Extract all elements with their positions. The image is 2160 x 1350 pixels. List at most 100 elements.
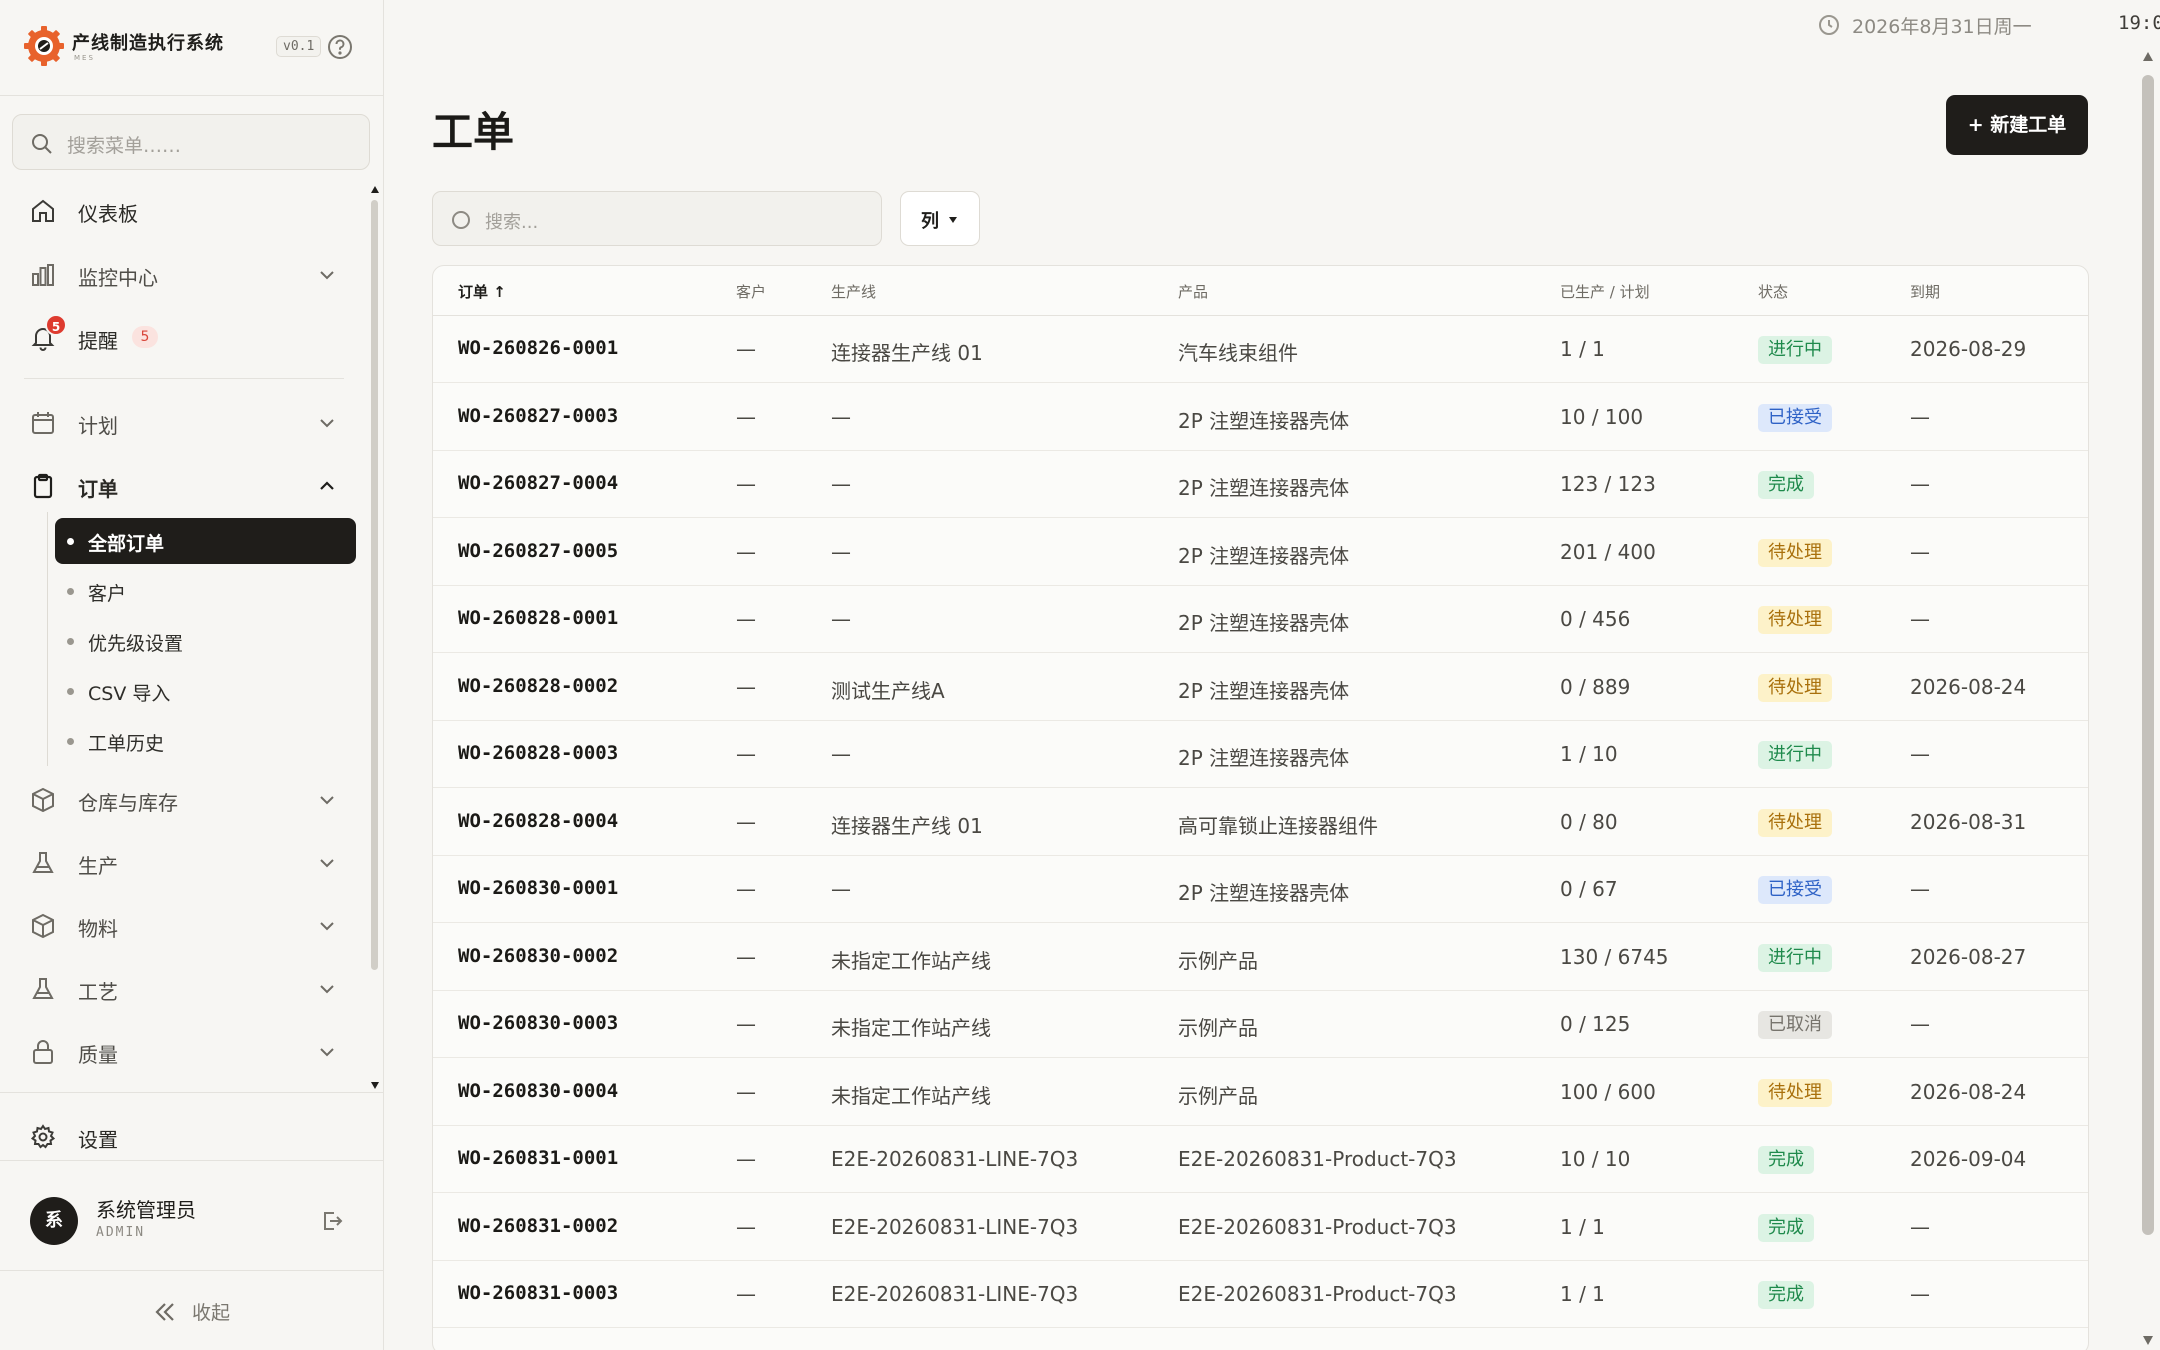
table-row[interactable]: WO-260827-0005 — — 2P 注塑连接器壳体 201 / 400 待处理 — xyxy=(433,519,2088,586)
table-row[interactable]: WO-260830-0004 — 未指定工作站产线 示例产品 100 / 600 待处理 2… xyxy=(433,1059,2088,1126)
table-row[interactable]: WO-260828-0002 — 测试生产线A 2P 注塑连接器壳体 0 / 889 待处… xyxy=(433,654,2088,721)
alert-count-pill: 5 xyxy=(132,326,158,348)
sidebar-scrollbar[interactable] xyxy=(371,182,379,1090)
page-scrollbar[interactable] xyxy=(2140,50,2156,1350)
lock-icon xyxy=(30,1039,56,1065)
customer-cell: — xyxy=(736,877,756,901)
order-id-cell[interactable]: WO-260830-0002 xyxy=(458,945,618,967)
due-date-cell: 2026-09-04 xyxy=(1910,1147,2027,1171)
order-id-cell[interactable]: WO-260830-0003 xyxy=(458,1012,618,1034)
sidebar-item-production[interactable]: 生产 xyxy=(22,838,352,886)
sidebar-item-label: 物料 xyxy=(78,917,118,941)
sidebar-item-label: 质量 xyxy=(78,1043,118,1067)
order-id-cell[interactable]: WO-260827-0004 xyxy=(458,472,618,494)
order-id-cell[interactable]: WO-260831-0001 xyxy=(458,1147,618,1169)
order-id-cell[interactable]: WO-260828-0001 xyxy=(458,607,618,629)
new-work-order-button[interactable]: + 新建工单 xyxy=(1946,95,2088,155)
scroll-up-arrow-icon[interactable] xyxy=(2143,52,2153,61)
chevron-up-icon xyxy=(318,477,336,495)
order-id-cell[interactable]: WO-260830-0004 xyxy=(458,1080,618,1102)
line-cell: — xyxy=(831,742,851,766)
table-row[interactable]: WO-260830-0003 — 未指定工作站产线 示例产品 0 / 125 已取消 — xyxy=(433,991,2088,1058)
logout-icon[interactable] xyxy=(320,1209,344,1233)
product-cell: E2E-20260831-Product-7Q3 xyxy=(1178,1147,1457,1171)
flask-icon xyxy=(30,850,56,876)
table-row[interactable]: WO-260830-0002 — 未指定工作站产线 示例产品 130 / 6745 进行中… xyxy=(433,924,2088,991)
order-id-cell[interactable]: WO-260831-0002 xyxy=(458,1215,618,1237)
table-row[interactable]: WO-260831-0001 — E2E-20260831-LINE-7Q3 E2E-… xyxy=(433,1126,2088,1193)
status-badge: 待处理 xyxy=(1758,673,1832,702)
sidebar-subitem-csv-import[interactable]: CSV 导入 xyxy=(55,668,356,714)
order-id-cell[interactable]: WO-260827-0005 xyxy=(458,540,618,562)
table-row[interactable]: WO-260828-0001 — — 2P 注塑连接器壳体 0 / 456 待处理 — xyxy=(433,586,2088,653)
column-header-line[interactable]: 生产线 xyxy=(831,281,876,302)
order-id-cell[interactable]: WO-260826-0001 xyxy=(458,337,618,359)
avatar[interactable]: 系 xyxy=(30,1197,78,1245)
sidebar-item-warehouse[interactable]: 仓库与库存 xyxy=(22,775,352,823)
table-search-placeholder: 搜索... xyxy=(485,212,539,233)
column-header-due[interactable]: 到期 xyxy=(1910,281,1940,302)
scroll-down-arrow-icon[interactable] xyxy=(371,1082,379,1089)
order-id-cell[interactable]: WO-260828-0002 xyxy=(458,675,618,697)
table-row[interactable]: WO-260827-0003 — — 2P 注塑连接器壳体 10 / 100 已接受 — xyxy=(433,384,2088,451)
table-row[interactable]: WO-260828-0004 — 连接器生产线 01 高可靠锁止连接器组件 0 / 80… xyxy=(433,789,2088,856)
column-header-product[interactable]: 产品 xyxy=(1178,281,1208,302)
customer-cell: — xyxy=(736,674,756,699)
order-id-cell[interactable]: WO-260828-0003 xyxy=(458,742,618,764)
table-row[interactable]: WO-260827-0004 — — 2P 注塑连接器壳体 123 / 123 完成 — xyxy=(433,451,2088,518)
scroll-down-arrow-icon[interactable] xyxy=(2143,1336,2153,1345)
sidebar-item-alerts[interactable]: 提醒 xyxy=(22,313,352,361)
due-date-cell: — xyxy=(1910,404,1930,429)
sidebar-item-monitoring[interactable]: 监控中心 xyxy=(22,250,352,298)
table-row[interactable]: WO-260826-0001 — 连接器生产线 01 汽车线束组件 1 / 1 进行中 20… xyxy=(433,316,2088,383)
line-cell: — xyxy=(831,404,851,429)
order-id-cell[interactable]: WO-260828-0004 xyxy=(458,810,618,832)
order-id-cell[interactable]: WO-260827-0003 xyxy=(458,405,618,427)
menu-search-input[interactable]: 搜索菜单…… xyxy=(12,114,370,170)
sidebar-item-planning[interactable]: 计划 xyxy=(22,398,352,446)
table-row[interactable]: WO-260830-0001 — — 2P 注塑连接器壳体 0 / 67 已接受 — xyxy=(433,856,2088,923)
progress-cell: 1 / 1 xyxy=(1560,337,1605,361)
user-panel: 系 系统管理员 ADMIN xyxy=(0,1160,383,1270)
sidebar-item-materials[interactable]: 物料 xyxy=(22,901,352,949)
order-id-cell[interactable]: WO-260830-0001 xyxy=(458,877,618,899)
column-header-progress[interactable]: 已生产 / 计划 xyxy=(1560,281,1650,302)
columns-button[interactable]: 列 xyxy=(900,191,980,246)
help-icon[interactable] xyxy=(327,34,353,60)
collapse-label: 收起 xyxy=(192,1302,231,1324)
sidebar-item-process[interactable]: 工艺 xyxy=(22,964,352,1012)
sidebar-subitem-all-orders[interactable]: 全部订单 xyxy=(55,518,356,564)
table-row[interactable]: WO-260831-0003 — E2E-20260831-LINE-7Q3 E2E-… xyxy=(433,1261,2088,1328)
table-row[interactable]: WO-260831-0002 — E2E-20260831-LINE-7Q3 E2E-… xyxy=(433,1194,2088,1261)
collapse-sidebar-button[interactable]: 收起 xyxy=(0,1270,383,1350)
sidebar-item-quality[interactable]: 质量 xyxy=(22,1027,352,1075)
sidebar-subitem-label: 工单历史 xyxy=(88,733,165,755)
line-cell: 未指定工作站产线 xyxy=(831,1083,991,1108)
alert-count-badge: 5 xyxy=(45,314,67,336)
menu-search-placeholder: 搜索菜单…… xyxy=(67,135,182,157)
sidebar-subitem-history[interactable]: 工单历史 xyxy=(55,718,356,764)
sidebar-item-orders[interactable]: 订单 xyxy=(22,461,352,509)
line-cell: 连接器生产线 01 xyxy=(831,341,983,365)
table-row[interactable]: WO-260828-0003 — — 2P 注塑连接器壳体 1 / 10 进行中 — xyxy=(433,721,2088,788)
sort-ascending-icon: ↑ xyxy=(493,283,506,301)
table-search-input[interactable]: 搜索... xyxy=(432,191,882,246)
sidebar-subitem-customers[interactable]: 客户 xyxy=(55,568,356,614)
scrollbar-thumb[interactable] xyxy=(371,200,378,970)
sidebar-item-settings[interactable]: 设置 xyxy=(22,1112,352,1160)
chevron-down-icon xyxy=(318,917,336,935)
column-header-status[interactable]: 状态 xyxy=(1758,281,1788,302)
scrollbar-thumb[interactable] xyxy=(2142,75,2154,1235)
sidebar-item-dashboard[interactable]: 仪表板 xyxy=(22,186,352,234)
product-cell: 示例产品 xyxy=(1178,1083,1258,1108)
gear-logo-icon[interactable] xyxy=(22,24,66,68)
nav-divider xyxy=(0,1092,383,1093)
scroll-up-arrow-icon[interactable] xyxy=(371,186,379,193)
column-header-customer[interactable]: 客户 xyxy=(736,281,766,302)
sidebar-subitem-priority[interactable]: 优先级设置 xyxy=(55,618,356,664)
order-id-cell[interactable]: WO-260831-0003 xyxy=(458,1282,618,1304)
box-icon xyxy=(30,787,56,813)
gear-icon xyxy=(30,1124,56,1150)
bar-chart-icon xyxy=(30,262,56,288)
column-header-order[interactable]: 订单 ↑ xyxy=(458,281,506,302)
